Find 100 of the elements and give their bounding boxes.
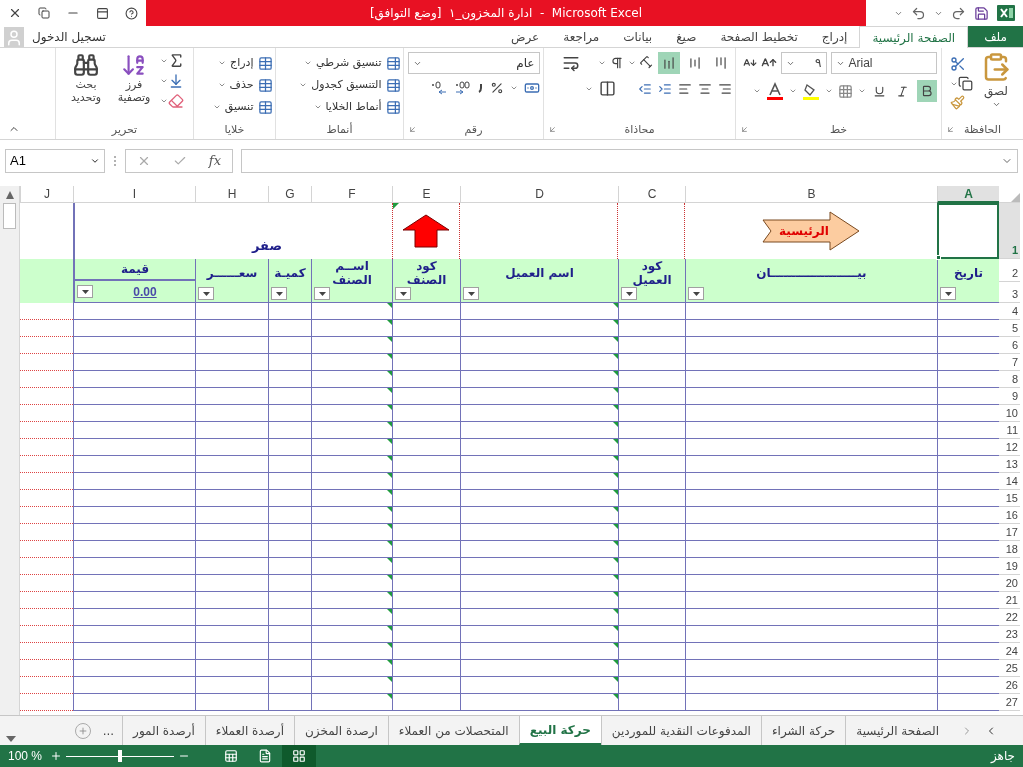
column-header[interactable]: E (392, 186, 460, 203)
zoom-percent[interactable]: 100 % (0, 747, 51, 765)
caret-icon[interactable] (299, 81, 308, 89)
sort-filter-button[interactable]: فرز وتصفية (112, 52, 156, 104)
increase-decimal-icon[interactable] (453, 80, 472, 96)
table-style-icon[interactable] (385, 77, 401, 93)
wrap-text-icon[interactable] (561, 54, 580, 72)
close-icon[interactable] (8, 6, 22, 20)
more-tabs-button[interactable]: ... (94, 716, 123, 745)
caret-icon[interactable] (218, 59, 227, 67)
find-select-button[interactable]: بحث وتحديد (64, 52, 108, 104)
ribbon-tab[interactable]: الصفحة الرئيسية (859, 26, 969, 48)
restore-icon[interactable] (38, 7, 50, 19)
table-style-icon[interactable] (385, 99, 401, 115)
caret-icon[interactable] (597, 59, 606, 67)
table-style-icon[interactable] (385, 55, 401, 71)
percent-icon[interactable] (489, 81, 504, 95)
help-icon[interactable] (125, 6, 138, 20)
font-size-field[interactable]: ٩ (780, 52, 827, 74)
caret-icon[interactable] (304, 59, 313, 67)
fill-color-icon[interactable] (801, 82, 820, 100)
cells-grid-icon[interactable] (257, 77, 273, 93)
merge-icon[interactable] (598, 80, 616, 97)
cells-grid-icon[interactable] (257, 55, 273, 71)
ribbon-tab[interactable]: تخطيط الصفحة (708, 26, 810, 47)
caret-icon[interactable] (857, 87, 866, 95)
excel-logo-icon[interactable] (997, 4, 1015, 22)
comma-style-icon[interactable] (477, 83, 484, 93)
number-format-field[interactable]: عام (407, 52, 540, 74)
ribbon-display-icon[interactable] (96, 6, 109, 20)
column-header[interactable]: H (195, 186, 268, 203)
cells-menu-item[interactable]: تنسيق (224, 98, 254, 116)
selected-cell[interactable] (937, 203, 999, 259)
borders-icon[interactable] (837, 83, 853, 99)
insert-function-button[interactable]: fx (208, 151, 221, 171)
scroll-up-icon[interactable] (5, 190, 14, 199)
ribbon-tab[interactable]: مراجعة (551, 26, 612, 47)
ribbon-tab[interactable]: بيانات (611, 26, 665, 47)
styles-menu-item[interactable]: أنماط الخلايا (325, 98, 382, 116)
caret-icon[interactable] (313, 103, 322, 111)
styles-menu-item[interactable]: تنسيق شرطي (316, 54, 382, 72)
align-left-icon[interactable] (677, 81, 692, 96)
column-header[interactable]: G (268, 186, 311, 203)
tab-menu-icon[interactable] (6, 736, 16, 742)
column-header[interactable]: D (460, 186, 618, 203)
caret-icon[interactable] (824, 87, 833, 95)
file-tab[interactable]: ملف (968, 26, 1023, 47)
filter-dropdown[interactable] (621, 287, 637, 300)
filter-dropdown[interactable] (940, 287, 956, 300)
filter-dropdown[interactable] (395, 287, 411, 300)
scrollbar-thumb[interactable] (3, 203, 16, 229)
fill-down-icon[interactable] (168, 73, 184, 89)
filter-dropdown[interactable] (77, 285, 93, 298)
filter-dropdown[interactable] (688, 287, 704, 300)
column-header[interactable]: A (937, 186, 999, 203)
cells-menu-item[interactable]: إدراج (230, 54, 254, 72)
font-color-icon[interactable] (765, 82, 784, 100)
filter-dropdown[interactable] (463, 287, 479, 300)
caret-icon[interactable] (752, 87, 761, 95)
dialog-launcher-icon[interactable] (408, 125, 417, 134)
paste-button[interactable]: لصق (977, 52, 1015, 110)
sheet-tab[interactable]: حركة البيع (518, 716, 601, 745)
column-header[interactable]: J (20, 186, 73, 203)
column-header[interactable]: B (685, 186, 937, 203)
column-header[interactable]: I (73, 186, 195, 203)
caret-icon[interactable] (788, 87, 797, 95)
dialog-launcher-icon[interactable] (548, 125, 557, 134)
caret-icon[interactable] (160, 97, 168, 105)
caret-icon[interactable] (160, 77, 168, 85)
text-direction-icon[interactable] (609, 56, 624, 70)
font-name-field[interactable]: Arial (830, 52, 937, 74)
align-right-icon[interactable] (717, 81, 732, 96)
dialog-launcher-icon[interactable] (946, 125, 955, 134)
name-box[interactable]: A1 (5, 149, 105, 173)
ribbon-tab[interactable]: صيغ (664, 26, 709, 47)
row-header[interactable]: 1 (999, 203, 1020, 259)
zoom-slider[interactable] (66, 750, 175, 762)
sign-in-link[interactable]: تسجيل الدخول (28, 27, 110, 46)
formula-input[interactable] (241, 149, 1018, 173)
filter-dropdown[interactable] (271, 287, 287, 300)
eraser-icon[interactable] (168, 93, 184, 109)
scissors-icon[interactable] (950, 56, 966, 72)
decrease-decimal-icon[interactable] (429, 80, 448, 96)
align-center-icon[interactable] (697, 81, 712, 96)
outdent-icon[interactable] (637, 81, 652, 96)
dialog-launcher-icon[interactable] (740, 125, 749, 134)
caret-icon[interactable] (509, 84, 518, 92)
align-icon[interactable] (657, 52, 680, 74)
filter-dropdown[interactable] (198, 287, 214, 300)
ribbon-tab[interactable]: إدراج (809, 26, 860, 47)
cells-grid-icon[interactable] (257, 99, 273, 115)
caret-icon[interactable] (212, 103, 221, 111)
caret-icon[interactable] (627, 59, 636, 67)
ribbon-tab[interactable]: عرض (498, 26, 552, 47)
copy-icon[interactable] (958, 76, 973, 91)
indent-icon[interactable] (657, 81, 672, 96)
column-header[interactable]: C (618, 186, 685, 203)
caret-icon[interactable] (217, 81, 226, 89)
bold-icon[interactable] (916, 80, 937, 102)
zoom-in-icon[interactable] (50, 750, 63, 762)
